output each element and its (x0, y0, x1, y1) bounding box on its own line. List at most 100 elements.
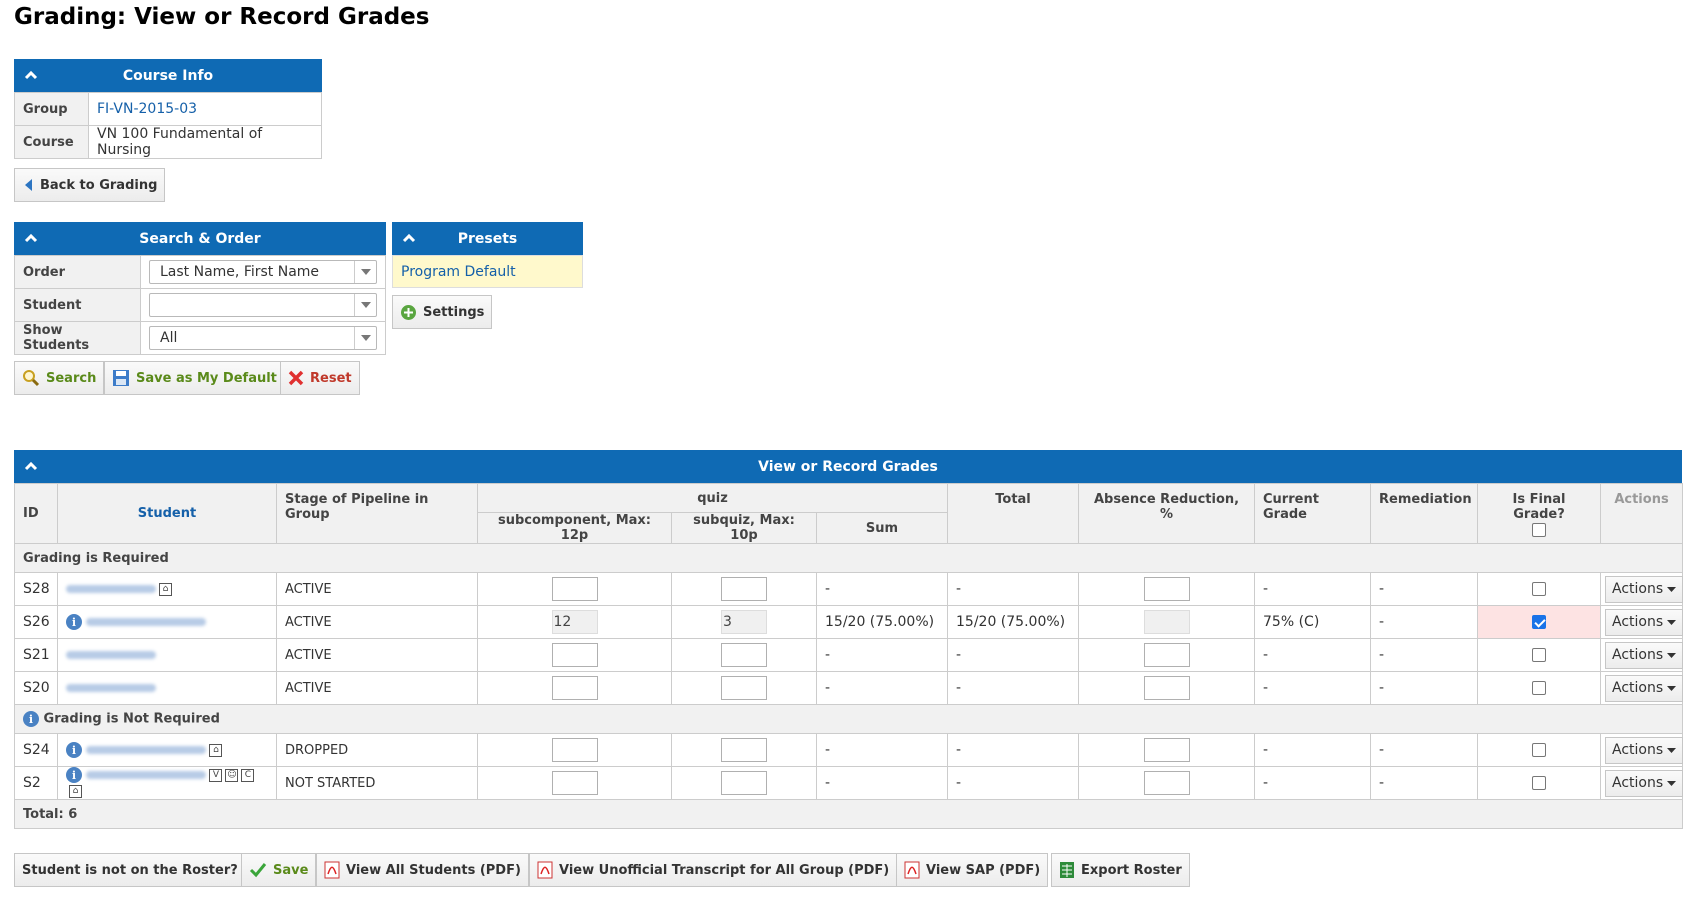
not-on-roster-button[interactable]: Student is not on the Roster? (14, 853, 246, 887)
person-icon[interactable]: ☺ (225, 768, 239, 782)
preset-item-program-default[interactable]: Program Default (392, 255, 583, 288)
show-students-label: Show Students (14, 321, 141, 355)
final-grade-checkbox[interactable] (1532, 743, 1547, 757)
final-grade-checkbox[interactable] (1532, 582, 1547, 596)
subcomponent-input[interactable] (551, 676, 598, 700)
absence-reduction-input[interactable] (1143, 577, 1190, 601)
sum-value: - (815, 766, 949, 800)
total-count: Total: 6 (13, 799, 1684, 829)
subcomponent-input[interactable] (551, 738, 598, 762)
chevron-up-icon[interactable] (24, 231, 38, 245)
course-info-header[interactable]: Course Info (14, 59, 322, 92)
absence-reduction-input[interactable] (1143, 771, 1190, 795)
remediation-value: - (1370, 671, 1479, 705)
col-id: ID (14, 483, 58, 544)
view-transcript-pdf-button[interactable]: View Unofficial Transcript for All Group… (529, 853, 898, 887)
subcomponent-input[interactable] (551, 577, 598, 601)
badge-v-icon[interactable]: V (209, 768, 223, 782)
presets-header[interactable]: Presets (392, 222, 583, 255)
table-row: S2 i V ☺ C⌂ NOT STARTED - - - - Actions (14, 766, 1684, 800)
final-grade-checkbox[interactable] (1532, 681, 1547, 695)
select-all-final-checkbox[interactable] (1532, 522, 1547, 537)
sum-value: - (815, 733, 949, 767)
col-sum: Sum (815, 512, 949, 544)
student-name-cell[interactable]: ⌂ (57, 572, 277, 606)
export-roster-button[interactable]: Export Roster (1051, 853, 1190, 887)
course-info-row: Group FI-VN-2015-03 (14, 92, 322, 126)
col-remediation: Remediation (1370, 483, 1479, 544)
settings-button[interactable]: Settings (392, 295, 493, 329)
view-all-students-pdf-button[interactable]: View All Students (PDF) (316, 853, 529, 887)
group-link[interactable]: FI-VN-2015-03 (97, 101, 197, 117)
actions-dropdown-button[interactable]: Actions (1605, 641, 1684, 669)
badge-c-icon[interactable]: C (241, 768, 255, 782)
student-name-redacted[interactable] (86, 771, 207, 779)
student-name-redacted[interactable] (66, 651, 156, 659)
subcomponent-input[interactable] (551, 643, 598, 667)
chevron-up-icon[interactable] (24, 459, 38, 473)
view-sap-pdf-button[interactable]: View SAP (PDF) (896, 853, 1049, 887)
show-students-select[interactable]: All (149, 326, 377, 350)
info-icon[interactable]: i (66, 742, 82, 758)
presets-title: Presets (457, 230, 518, 247)
chevron-up-icon[interactable] (402, 231, 416, 245)
table-row: S28 ⌂ ACTIVE - - - - Actions (14, 572, 1684, 606)
info-icon[interactable]: i (66, 614, 82, 630)
spreadsheet-icon (1060, 862, 1074, 878)
subquiz-input[interactable] (721, 771, 767, 795)
student-id: S24 (14, 733, 58, 767)
actions-dropdown-button[interactable]: Actions (1605, 674, 1684, 702)
actions-dropdown-button[interactable]: Actions (1605, 575, 1684, 603)
absence-reduction-input[interactable] (1143, 676, 1190, 700)
reset-button[interactable]: Reset (280, 361, 360, 395)
subquiz-input[interactable] (721, 676, 767, 700)
student-name-redacted[interactable] (86, 746, 207, 754)
actions-dropdown-button[interactable]: Actions (1605, 769, 1684, 797)
actions-dropdown-button[interactable]: Actions (1605, 608, 1684, 636)
grades-header[interactable]: View or Record Grades (14, 450, 1682, 483)
absence-reduction-input[interactable] (1143, 738, 1190, 762)
final-grade-checkbox[interactable] (1532, 776, 1547, 790)
house-icon[interactable]: ⌂ (159, 582, 172, 596)
final-grade-checkbox[interactable] (1532, 615, 1547, 629)
student-name-cell[interactable] (57, 638, 277, 672)
student-label: Student (14, 288, 141, 322)
search-order-header[interactable]: Search & Order (14, 222, 386, 255)
house-icon[interactable]: ⌂ (69, 784, 82, 798)
absence-reduction-input[interactable] (1143, 643, 1190, 667)
info-icon[interactable]: i (23, 711, 39, 727)
info-icon[interactable]: i (66, 767, 82, 783)
total-value: - (947, 638, 1080, 672)
col-subquiz: subquiz, Max: 10p (671, 512, 817, 544)
student-select[interactable] (149, 293, 377, 317)
save-button[interactable]: Save (241, 853, 317, 887)
final-grade-checkbox[interactable] (1532, 648, 1547, 662)
actions-dropdown-button[interactable]: Actions (1605, 736, 1684, 764)
chevron-up-icon[interactable] (24, 68, 38, 82)
student-name-cell[interactable]: i V ☺ C ⌂ (57, 766, 277, 800)
total-value: - (947, 766, 1080, 800)
subquiz-input[interactable] (721, 577, 767, 601)
back-to-grading-button[interactable]: Back to Grading (14, 168, 166, 202)
current-grade-value: - (1254, 572, 1372, 606)
student-name-redacted[interactable] (66, 684, 156, 692)
col-student[interactable]: Student (57, 483, 277, 544)
student-name-cell[interactable] (57, 671, 277, 705)
subquiz-input[interactable] (721, 643, 767, 667)
student-name-cell[interactable]: i (57, 605, 277, 639)
subquiz-input[interactable] (721, 738, 767, 762)
house-icon[interactable]: ⌂ (209, 743, 223, 757)
student-name-cell[interactable]: i ⌂ (57, 733, 277, 767)
total-value: 15/20 (75.00%) (947, 605, 1080, 639)
stage-value: NOT STARTED (276, 766, 478, 800)
subcomponent-input[interactable] (551, 771, 598, 795)
student-name-redacted[interactable] (86, 618, 207, 626)
check-icon (249, 863, 267, 878)
grades-table: ID Student Stage of Pipeline in Group qu… (13, 483, 1684, 829)
save-as-default-button[interactable]: Save as My Default (104, 361, 285, 395)
search-button[interactable]: Search (14, 361, 105, 395)
sum-value: - (815, 638, 949, 672)
order-select[interactable]: Last Name, First Name (149, 260, 377, 284)
current-grade-value: - (1254, 733, 1372, 767)
student-name-redacted[interactable] (66, 585, 156, 593)
